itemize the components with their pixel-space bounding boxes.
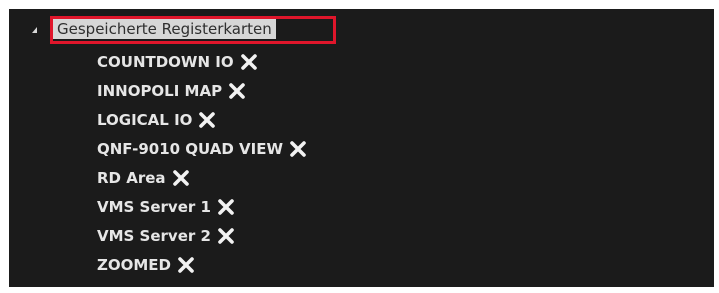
close-icon[interactable] bbox=[172, 169, 190, 187]
saved-tabs-group-header[interactable]: Gespeicherte Registerkarten bbox=[9, 16, 714, 44]
saved-tab-label[interactable]: VMS Server 1 bbox=[97, 197, 211, 217]
saved-tab-label[interactable]: RD Area bbox=[97, 168, 166, 188]
saved-tabs-group-label[interactable]: Gespeicherte Registerkarten bbox=[53, 19, 276, 39]
saved-tab-label[interactable]: COUNTDOWN IO bbox=[97, 52, 234, 72]
saved-tab-item[interactable]: COUNTDOWN IO bbox=[97, 47, 307, 76]
saved-tab-label[interactable]: LOGICAL IO bbox=[97, 110, 192, 130]
saved-tabs-list: COUNTDOWN IO INNOPOLI MAP LOGICAL IO QNF… bbox=[97, 47, 307, 279]
close-icon[interactable] bbox=[217, 227, 235, 245]
close-icon[interactable] bbox=[217, 198, 235, 216]
saved-tab-item[interactable]: ZOOMED bbox=[97, 250, 307, 279]
saved-tab-item[interactable]: QNF-9010 QUAD VIEW bbox=[97, 134, 307, 163]
saved-tab-item[interactable]: VMS Server 1 bbox=[97, 192, 307, 221]
close-icon[interactable] bbox=[289, 140, 307, 158]
saved-tab-label[interactable]: VMS Server 2 bbox=[97, 226, 211, 246]
close-icon[interactable] bbox=[228, 82, 246, 100]
close-icon[interactable] bbox=[198, 111, 216, 129]
close-icon[interactable] bbox=[240, 53, 258, 71]
saved-tab-label[interactable]: INNOPOLI MAP bbox=[97, 81, 222, 101]
saved-tabs-panel: Gespeicherte Registerkarten COUNTDOWN IO… bbox=[9, 9, 714, 287]
saved-tab-item[interactable]: LOGICAL IO bbox=[97, 105, 307, 134]
saved-tab-label[interactable]: QNF-9010 QUAD VIEW bbox=[97, 139, 283, 159]
saved-tab-item[interactable]: INNOPOLI MAP bbox=[97, 76, 307, 105]
expand-triangle-icon[interactable] bbox=[32, 27, 37, 33]
close-icon[interactable] bbox=[177, 256, 195, 274]
saved-tab-item[interactable]: VMS Server 2 bbox=[97, 221, 307, 250]
saved-tab-label[interactable]: ZOOMED bbox=[97, 255, 171, 275]
saved-tab-item[interactable]: RD Area bbox=[97, 163, 307, 192]
